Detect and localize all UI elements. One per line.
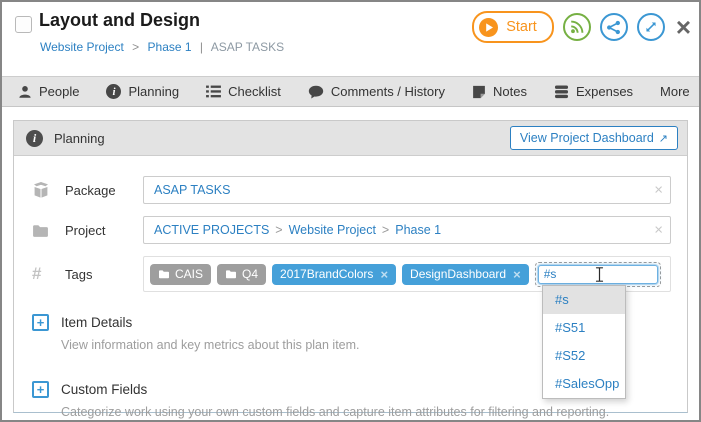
comment-icon <box>308 85 324 99</box>
external-link-icon: ↗ <box>659 132 668 145</box>
tag-input[interactable] <box>538 265 658 284</box>
header-actions: Start × <box>472 11 691 43</box>
tags-label: Tags <box>65 267 143 282</box>
tab-notes[interactable]: Notes <box>472 84 527 99</box>
expand-plus-icon[interactable]: + <box>32 314 49 331</box>
tag-pill-label: CAIS <box>175 267 203 281</box>
tag-pill-folder[interactable]: Q4 <box>217 264 266 285</box>
tab-label: Comments / History <box>331 84 445 99</box>
expand-icon <box>644 20 658 34</box>
remove-tag-icon[interactable]: × <box>513 267 521 282</box>
checklist-icon <box>206 85 221 98</box>
project-field[interactable]: ACTIVE PROJECTS > Website Project > Phas… <box>143 216 671 244</box>
folder-icon <box>158 269 170 279</box>
tab-label: People <box>39 84 79 99</box>
path-separator: > <box>382 223 389 237</box>
project-path-portfolio[interactable]: ACTIVE PROJECTS <box>154 223 269 237</box>
start-button[interactable]: Start <box>472 11 554 43</box>
tab-label: More <box>660 84 690 99</box>
share-button[interactable] <box>600 13 628 41</box>
tag-pill[interactable]: 2017BrandColors × <box>272 264 396 285</box>
rss-icon <box>570 20 584 34</box>
clear-icon[interactable]: × <box>654 183 663 198</box>
tag-suggestion-item[interactable]: #s <box>543 286 625 314</box>
tag-pill-folder[interactable]: CAIS <box>150 264 211 285</box>
breadcrumb-separator: | <box>200 40 203 54</box>
close-icon[interactable]: × <box>676 14 691 40</box>
hash-icon: # <box>32 264 65 284</box>
section-description: Categorize work using your own custom fi… <box>61 405 671 420</box>
updates-feed-button[interactable] <box>563 13 591 41</box>
project-path-phase[interactable]: Phase 1 <box>395 223 441 237</box>
tag-suggestion-item[interactable]: #SalesOpp <box>543 370 625 398</box>
tab-planning[interactable]: i Planning <box>106 84 179 99</box>
project-path-project[interactable]: Website Project <box>289 223 376 237</box>
start-button-label: Start <box>506 19 537 35</box>
tag-pill-label: 2017BrandColors <box>280 267 373 281</box>
package-value[interactable]: ASAP TASKS <box>154 183 230 197</box>
tab-checklist[interactable]: Checklist <box>206 84 281 99</box>
package-icon <box>32 181 65 199</box>
breadcrumb-separator: > <box>132 40 139 54</box>
folder-icon <box>32 223 65 238</box>
info-icon: i <box>26 130 43 147</box>
tag-pill-label: DesignDashboard <box>410 267 506 281</box>
breadcrumb-package: ASAP TASKS <box>211 40 284 54</box>
person-icon <box>18 85 32 99</box>
tag-input-wrapper <box>535 262 661 287</box>
folder-icon <box>225 269 237 279</box>
package-field[interactable]: ASAP TASKS × <box>143 176 671 204</box>
tag-pill-label: Q4 <box>242 267 258 281</box>
tab-bar: People i Planning Checklist Comments / H… <box>2 76 699 107</box>
remove-tag-icon[interactable]: × <box>380 267 388 282</box>
breadcrumb: Website Project > Phase 1 | ASAP TASKS <box>40 40 284 54</box>
tab-label: Planning <box>128 84 179 99</box>
tab-label: Expenses <box>576 84 633 99</box>
section-title: Custom Fields <box>61 382 147 397</box>
project-row: Project ACTIVE PROJECTS > Website Projec… <box>14 216 687 244</box>
expand-plus-icon[interactable]: + <box>32 381 49 398</box>
tag-suggestion-item[interactable]: #S52 <box>543 342 625 370</box>
expand-button[interactable] <box>637 13 665 41</box>
tab-expenses[interactable]: Expenses <box>554 84 633 99</box>
share-icon <box>606 20 621 35</box>
view-project-dashboard-button[interactable]: View Project Dashboard ↗ <box>510 126 678 150</box>
tab-people[interactable]: People <box>18 84 79 99</box>
task-checkbox[interactable] <box>15 16 32 33</box>
planning-panel-header: i Planning View Project Dashboard ↗ <box>14 121 687 156</box>
tab-label: Notes <box>493 84 527 99</box>
coins-icon <box>554 85 569 99</box>
tab-comments-history[interactable]: Comments / History <box>308 84 445 99</box>
breadcrumb-project-link[interactable]: Website Project <box>40 40 124 54</box>
tab-label: Checklist <box>228 84 281 99</box>
breadcrumb-phase-link[interactable]: Phase 1 <box>148 40 192 54</box>
panel-title: Planning <box>54 131 105 146</box>
package-label: Package <box>65 183 143 198</box>
tag-suggestion-dropdown: #s #S51 #S52 #SalesOpp <box>542 285 626 399</box>
task-detail-window: Layout and Design Website Project > Phas… <box>0 0 701 422</box>
path-separator: > <box>275 223 282 237</box>
tag-pill[interactable]: DesignDashboard × <box>402 264 529 285</box>
project-label: Project <box>65 223 143 238</box>
tab-more[interactable]: More ▼ <box>660 84 701 99</box>
section-title: Item Details <box>61 315 132 330</box>
tag-suggestion-item[interactable]: #S51 <box>543 314 625 342</box>
package-row: Package ASAP TASKS × <box>14 176 687 204</box>
clear-icon[interactable]: × <box>654 223 663 238</box>
note-icon <box>472 85 486 99</box>
play-icon <box>479 18 498 37</box>
dashboard-button-label: View Project Dashboard <box>520 131 654 145</box>
page-title: Layout and Design <box>39 10 200 31</box>
info-icon: i <box>106 84 121 99</box>
